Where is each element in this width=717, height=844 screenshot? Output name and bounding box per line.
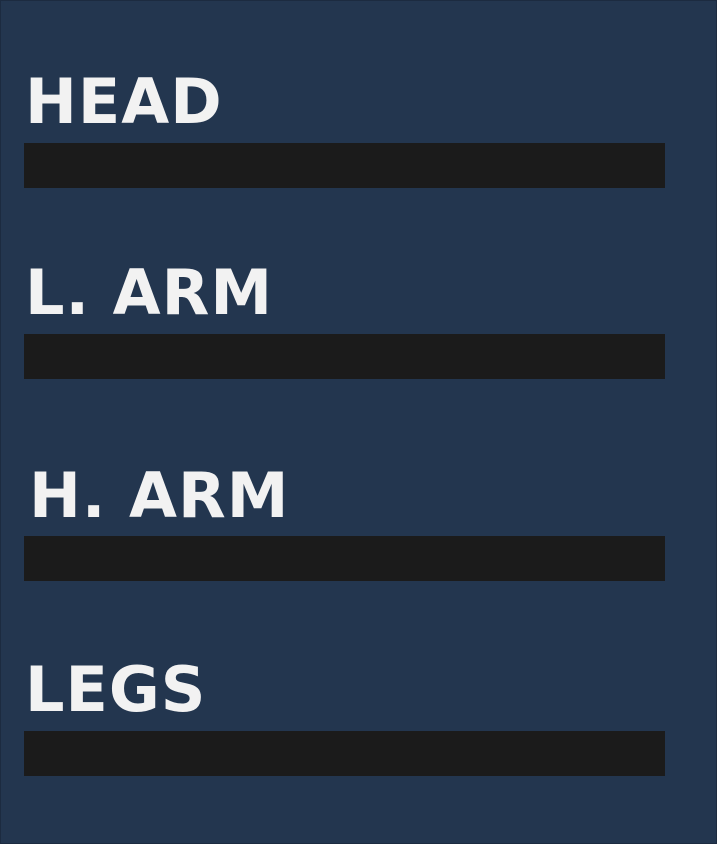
head-label: HEAD: [25, 65, 223, 138]
legs-health-bar: [24, 731, 665, 776]
head-health-bar: [24, 143, 665, 188]
h-arm-label: H. ARM: [29, 459, 290, 532]
legs-label: LEGS: [25, 653, 207, 726]
h-arm-health-bar: [24, 536, 665, 581]
body-health-panel: HEAD L. ARM H. ARM LEGS: [0, 0, 717, 844]
left-arm-health-bar: [24, 334, 665, 379]
left-arm-label: L. ARM: [25, 256, 274, 329]
